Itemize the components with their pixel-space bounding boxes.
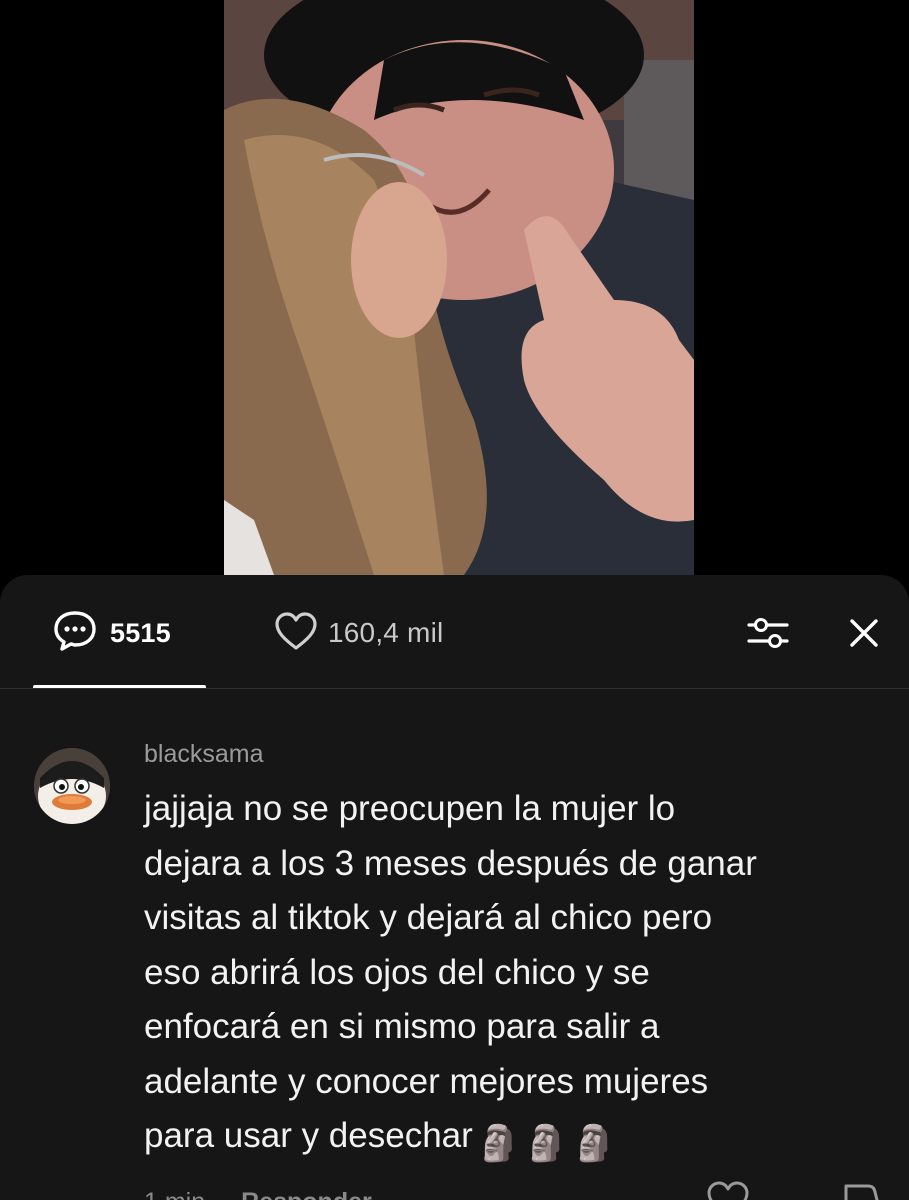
close-button[interactable] — [842, 613, 886, 657]
reply-button[interactable]: Responder — [241, 1188, 372, 1200]
comment-bubble-icon — [52, 610, 98, 657]
video-preview[interactable] — [224, 0, 694, 575]
comment-text: jajjaja no se preocupen la mujer lo deja… — [144, 782, 874, 1172]
moai-emoji: 🗿 — [476, 1124, 521, 1163]
filter-button[interactable] — [744, 613, 792, 657]
tab-likes[interactable]: 160,4 mil — [274, 611, 444, 656]
close-icon — [847, 616, 881, 655]
comment-meta: 1 min Responder — [144, 1188, 372, 1200]
screen: 5515 160,4 mil blacksama jajjaja no se p… — [0, 0, 909, 1200]
photo-icon — [224, 0, 694, 575]
comment-count: 5515 — [110, 617, 171, 648]
comment-like-button[interactable] — [706, 1180, 750, 1200]
comment-body: jajjaja no se preocupen la mujer lo deja… — [144, 789, 757, 1155]
heart-icon — [274, 611, 318, 656]
like-count: 160,4 mil — [328, 617, 444, 648]
filter-sliders-icon — [745, 613, 791, 658]
comment-time: 1 min — [144, 1188, 205, 1200]
header-divider — [0, 688, 909, 689]
comments-header: 5515 160,4 mil — [0, 575, 909, 689]
moai-emoji: 🗿 — [524, 1124, 568, 1163]
comment-username[interactable]: blacksama — [144, 740, 264, 769]
tab-comments[interactable]: 5515 — [52, 610, 171, 653]
moai-emoji: 🗿 — [571, 1124, 616, 1163]
comments-sheet: 5515 160,4 mil blacksama jajjaja no se p… — [0, 575, 909, 1200]
avatar[interactable] — [34, 748, 110, 824]
comment-dislike-button[interactable] — [838, 1180, 882, 1200]
